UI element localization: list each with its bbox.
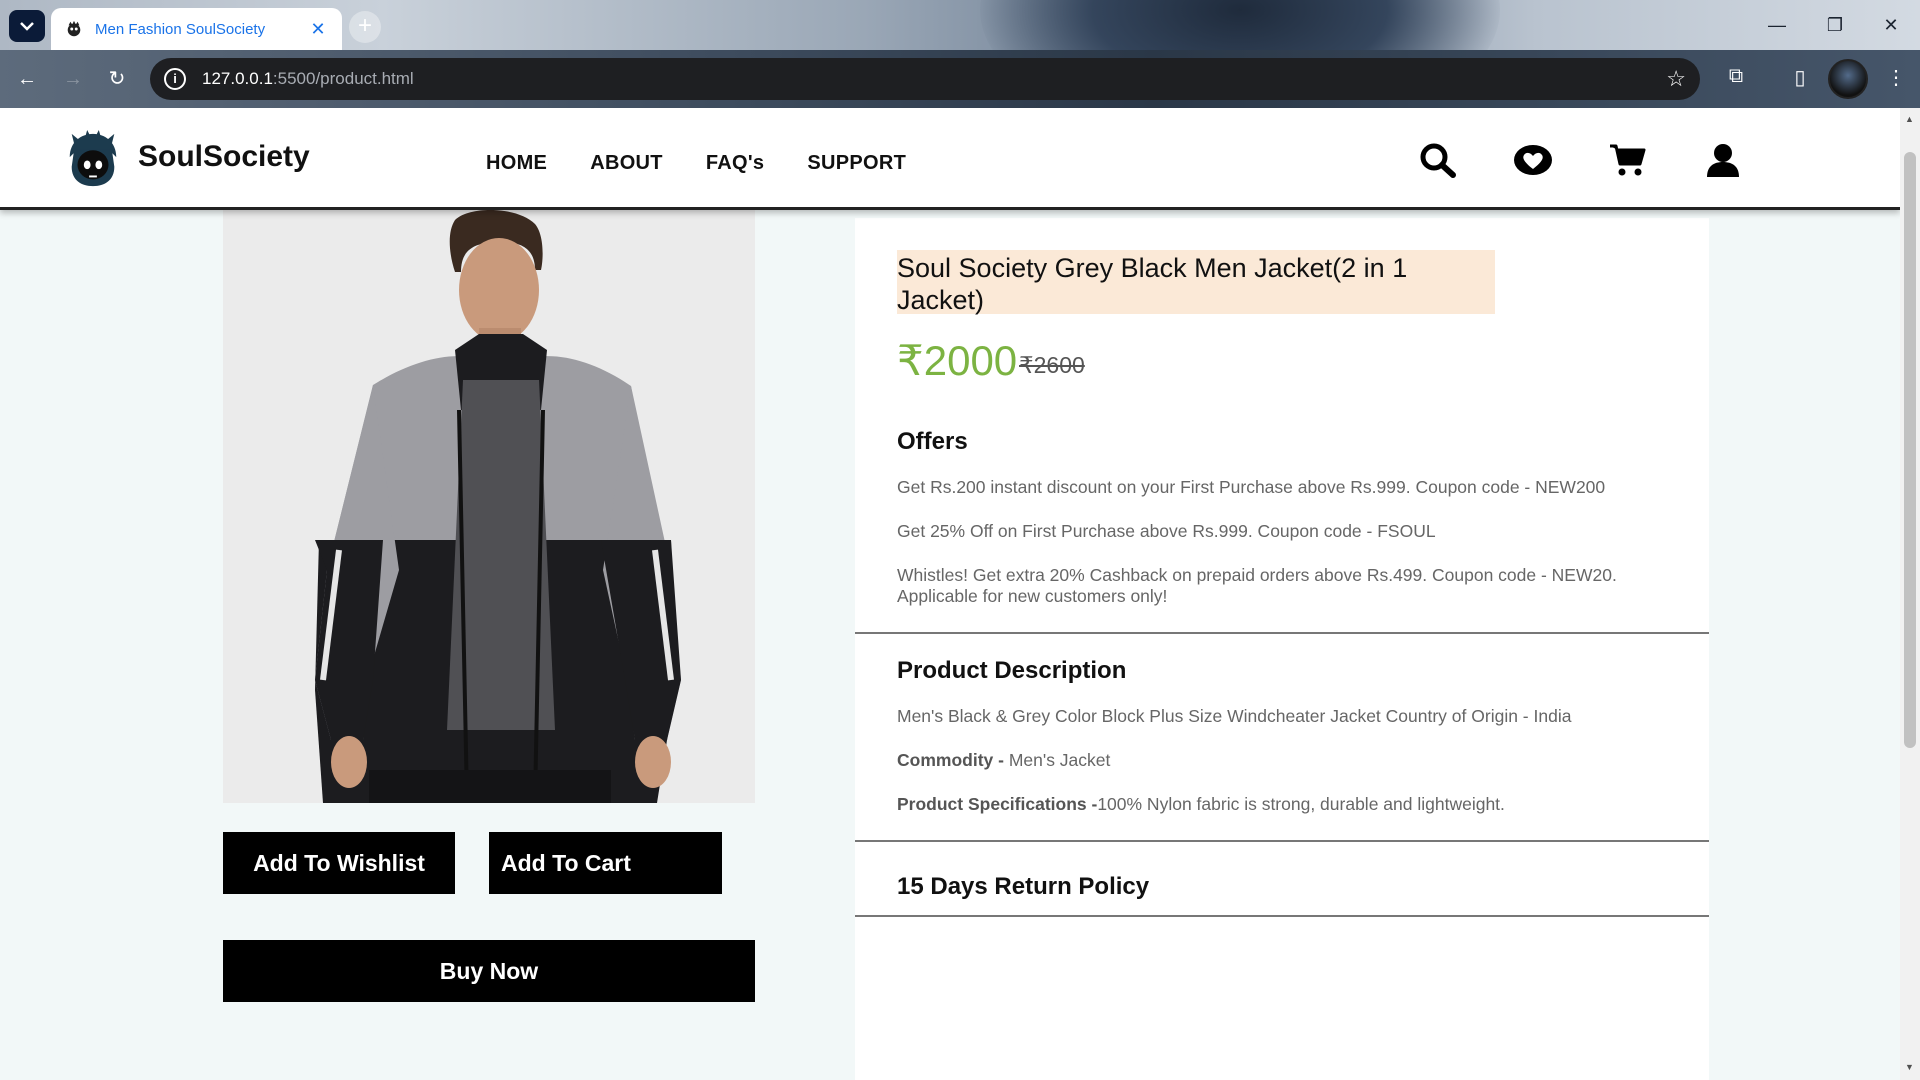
- bookmark-star-icon[interactable]: ☆: [1666, 66, 1686, 92]
- nav-support[interactable]: SUPPORT: [807, 152, 906, 175]
- heart-icon[interactable]: [1513, 142, 1553, 178]
- commodity-row: Commodity - Men's Jacket: [897, 750, 1657, 771]
- scrollbar-thumb[interactable]: [1904, 152, 1916, 748]
- specifications-row: Product Specifications -100% Nylon fabri…: [897, 794, 1657, 815]
- add-to-wishlist-button[interactable]: Add To Wishlist: [223, 832, 455, 894]
- product-image: [223, 210, 755, 803]
- section-divider: [855, 632, 1709, 634]
- commodity-value: Men's Jacket: [1003, 750, 1111, 770]
- jacket-model-image: [223, 210, 755, 803]
- nav-about[interactable]: ABOUT: [590, 152, 663, 175]
- product-details-panel: Soul Society Grey Black Men Jacket(2 in …: [855, 218, 1709, 1080]
- soulsociety-logo-icon[interactable]: [62, 128, 124, 190]
- forward-button[interactable]: →: [58, 64, 88, 94]
- offer-item: Get Rs.200 instant discount on your Firs…: [897, 477, 1606, 497]
- nav-home[interactable]: HOME: [486, 152, 547, 175]
- product-description-text: Men's Black & Grey Color Block Plus Size…: [897, 706, 1572, 726]
- tab-search-button[interactable]: [9, 10, 45, 42]
- commodity-label: Commodity -: [897, 750, 1004, 770]
- url-text: 127.0.0.1:5500/product.html: [202, 69, 414, 88]
- scroll-up-arrow-icon[interactable]: ▲: [1905, 114, 1914, 124]
- site-favicon-icon: [67, 20, 81, 37]
- back-button[interactable]: ←: [12, 64, 42, 94]
- extensions-icon[interactable]: ⧉: [1722, 65, 1750, 93]
- section-divider: [855, 915, 1709, 917]
- offer-item: Whistles! Get extra 20% Cashback on prep…: [897, 565, 1617, 606]
- site-header: SoulSociety HOME ABOUT FAQ's SUPPORT: [0, 108, 1900, 210]
- main-nav: HOME ABOUT FAQ's SUPPORT: [486, 152, 949, 175]
- buy-now-button[interactable]: Buy Now: [223, 940, 755, 1002]
- profile-avatar[interactable]: [1828, 59, 1868, 99]
- reload-button[interactable]: ↻: [102, 64, 132, 94]
- offer-item: Get 25% Off on First Purchase above Rs.9…: [897, 521, 1436, 541]
- product-price: ₹2000: [897, 337, 1018, 384]
- chevron-down-icon: [20, 22, 34, 31]
- user-icon[interactable]: [1703, 142, 1743, 178]
- browser-tab-strip: Men Fashion SoulSociety ✕ + — ❐ ✕: [0, 0, 1920, 50]
- tab-close-icon[interactable]: ✕: [308, 19, 328, 40]
- brand-name[interactable]: SoulSociety: [138, 140, 310, 174]
- nav-faqs[interactable]: FAQ's: [706, 152, 765, 175]
- tab-title: Men Fashion SoulSociety: [95, 20, 266, 38]
- address-bar[interactable]: i 127.0.0.1:5500/product.html ☆: [150, 58, 1700, 100]
- browser-tab-active[interactable]: Men Fashion SoulSociety ✕: [51, 8, 342, 50]
- scroll-down-arrow-icon[interactable]: ▼: [1905, 1062, 1914, 1072]
- product-title: Soul Society Grey Black Men Jacket(2 in …: [897, 250, 1495, 315]
- minimize-button[interactable]: —: [1748, 0, 1806, 50]
- browser-toolbar: ← → ↻ i 127.0.0.1:5500/product.html ☆ ⧉ …: [0, 50, 1920, 108]
- product-old-price: ₹2600: [1019, 352, 1085, 378]
- section-divider: [855, 840, 1709, 842]
- new-tab-button[interactable]: +: [349, 11, 381, 43]
- page-viewport: SoulSociety HOME ABOUT FAQ's SUPPORT Add…: [0, 108, 1900, 1080]
- product-description-heading: Product Description: [897, 657, 1127, 684]
- return-policy-heading[interactable]: 15 Days Return Policy: [897, 873, 1149, 901]
- specifications-label: Product Specifications -: [897, 794, 1098, 814]
- cart-icon[interactable]: [1608, 142, 1648, 178]
- wallpaper-shape: [980, 0, 1500, 50]
- restore-button[interactable]: ❐: [1806, 0, 1864, 50]
- specifications-value: 100% Nylon fabric is strong, durable and…: [1097, 794, 1505, 814]
- site-info-icon[interactable]: i: [164, 68, 186, 90]
- search-icon[interactable]: [1418, 142, 1458, 178]
- browser-menu-icon[interactable]: ⋮: [1882, 65, 1910, 93]
- side-panel-icon[interactable]: ▯: [1786, 65, 1814, 93]
- close-window-button[interactable]: ✕: [1862, 0, 1920, 50]
- page-scrollbar[interactable]: ▲ ▼: [1900, 108, 1920, 1080]
- offers-heading: Offers: [897, 428, 968, 455]
- add-to-cart-button[interactable]: Add To Cart: [489, 832, 722, 894]
